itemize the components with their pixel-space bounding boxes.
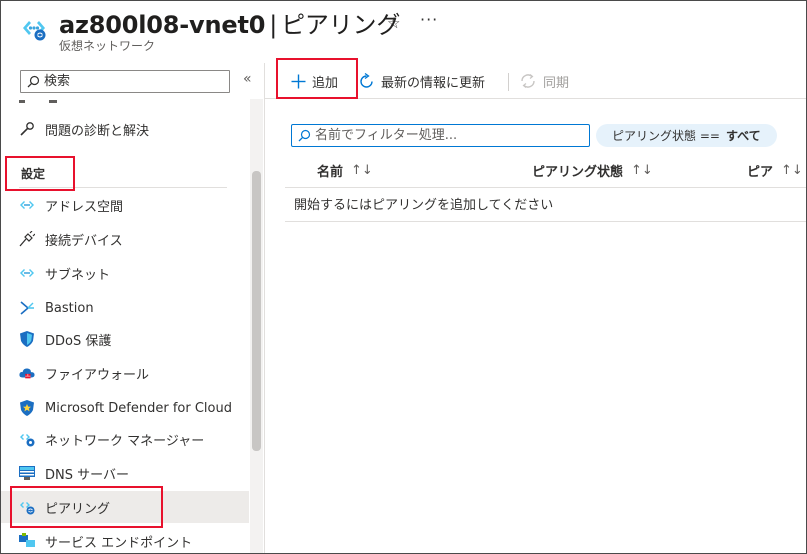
command-bar: 追加 最新の情報に更新 同期: [265, 63, 806, 99]
column-header-label: ピアリング状態: [532, 165, 624, 180]
menu-item-firewall[interactable]: ファイアウォール: [1, 357, 249, 389]
menu-scrollbar[interactable]: [250, 99, 263, 553]
column-header-label: ピア: [747, 165, 774, 180]
menu-item-diagnose[interactable]: 問題の診断と解決: [1, 113, 249, 145]
sort-icon: ↑↓: [351, 163, 373, 178]
column-header-peering-state[interactable]: ピアリング状態 ↑↓: [532, 161, 653, 180]
menu-item-label: サブネット: [45, 267, 111, 283]
firewall-icon: [19, 365, 35, 381]
add-button-label: 追加: [312, 75, 339, 91]
filter-pill-value: すべて: [725, 129, 761, 143]
peering-state-filter-pill[interactable]: ピアリング状態 == すべて: [596, 124, 777, 147]
menu-item-defender[interactable]: Microsoft Defender for Cloud: [1, 392, 249, 424]
favorite-star-icon[interactable]: ☆: [387, 14, 400, 32]
menu-item-label: アドレス空間: [45, 199, 124, 215]
menu-item-label: DNS サーバー: [45, 467, 129, 483]
network-manager-icon: [19, 431, 35, 447]
blade-name: ピアリング: [281, 11, 401, 39]
sync-button-label: 同期: [543, 75, 570, 91]
table-row-divider: [285, 221, 806, 222]
partially-hidden-item-icon: [19, 99, 79, 105]
bastion-icon: [19, 300, 35, 316]
toolbar-separator: [508, 73, 509, 91]
menu-item-ddos-protection[interactable]: DDoS 保護: [1, 323, 249, 355]
wrench-icon: [19, 121, 35, 137]
refresh-button-label: 最新の情報に更新: [381, 75, 486, 91]
menu-item-subnets[interactable]: サブネット: [1, 257, 249, 289]
menu-scrollbar-thumb[interactable]: [252, 171, 261, 451]
menu-item-network-manager[interactable]: ネットワーク マネージャー: [1, 423, 249, 455]
portal-frame: az800l08-vnet0|ピアリング ☆ ··· 仮想ネットワーク « 問: [0, 0, 807, 554]
defender-icon: [19, 400, 35, 416]
name-filter-box[interactable]: [291, 124, 590, 147]
resource-menu: « 問題の診断と解決 設定 アドレス空間: [1, 63, 263, 553]
menu-item-label: DDoS 保護: [45, 333, 112, 349]
column-header-peer[interactable]: ピア ↑↓: [747, 161, 803, 180]
section-header-settings: 設定: [21, 167, 46, 181]
filter-pill-label: ピアリング状態 ==: [612, 129, 720, 143]
sort-icon: ↑↓: [631, 163, 653, 178]
title-separator: |: [269, 11, 278, 39]
plus-icon: [291, 74, 306, 89]
resource-name: az800l08-vnet0: [59, 11, 266, 39]
resource-type-label: 仮想ネットワーク: [59, 39, 156, 53]
refresh-icon: [358, 72, 375, 90]
refresh-button[interactable]: 最新の情報に更新: [358, 69, 485, 93]
menu-item-label: ファイアウォール: [45, 367, 150, 383]
menu-item-dns-servers[interactable]: DNS サーバー: [1, 457, 249, 489]
add-button[interactable]: 追加: [291, 69, 338, 93]
empty-state-message: 開始するにはピアリングを追加してください: [294, 198, 554, 213]
menu-item-bastion[interactable]: Bastion: [1, 292, 249, 324]
menu-item-label: 問題の診断と解決: [45, 123, 150, 139]
virtual-network-icon: [23, 21, 46, 41]
shield-icon: [19, 331, 35, 347]
sort-icon: ↑↓: [781, 163, 803, 178]
section-divider: [19, 187, 227, 188]
menu-divider: [264, 63, 265, 553]
menu-item-label: ピアリング: [45, 501, 111, 517]
menu-item-label: ネットワーク マネージャー: [45, 433, 205, 449]
page-title: az800l08-vnet0 | ピアリング: [59, 5, 400, 40]
menu-item-label: Microsoft Defender for Cloud: [45, 400, 232, 416]
column-header-name[interactable]: 名前 ↑↓: [317, 161, 373, 180]
vnet-icon: [19, 265, 35, 281]
table-header-divider: [285, 187, 806, 188]
menu-item-address-space[interactable]: アドレス空間: [1, 189, 249, 221]
service-endpoint-icon: [19, 533, 35, 549]
column-header-label: 名前: [317, 165, 344, 180]
search-icon: [27, 75, 40, 88]
menu-item-label: Bastion: [45, 300, 94, 316]
menu-item-service-endpoints[interactable]: サービス エンドポイント: [1, 525, 249, 553]
menu-item-connected-devices[interactable]: 接続デバイス: [1, 223, 249, 255]
menu-item-label: サービス エンドポイント: [45, 535, 193, 551]
dns-icon: [19, 465, 35, 481]
menu-item-peerings[interactable]: ピアリング: [1, 491, 249, 523]
menu-item-label: 接続デバイス: [45, 233, 123, 249]
menu-search-input[interactable]: [44, 73, 224, 90]
peering-icon: [19, 499, 35, 515]
plug-icon: [19, 231, 35, 247]
blade-header: az800l08-vnet0 | ピアリング ☆ ··· 仮想ネットワーク: [1, 1, 806, 61]
menu-search-box[interactable]: [20, 70, 230, 93]
more-options-icon[interactable]: ···: [420, 10, 438, 29]
sync-button[interactable]: 同期: [519, 69, 569, 93]
menu-scroll-area: 問題の診断と解決 設定 アドレス空間 接続デバイス サブネット Bastion …: [1, 99, 249, 553]
collapse-menu-icon[interactable]: «: [243, 71, 252, 87]
name-filter-input[interactable]: [315, 127, 585, 144]
vnet-icon: [19, 197, 35, 213]
search-icon: [298, 129, 311, 142]
sync-icon: [519, 72, 537, 90]
